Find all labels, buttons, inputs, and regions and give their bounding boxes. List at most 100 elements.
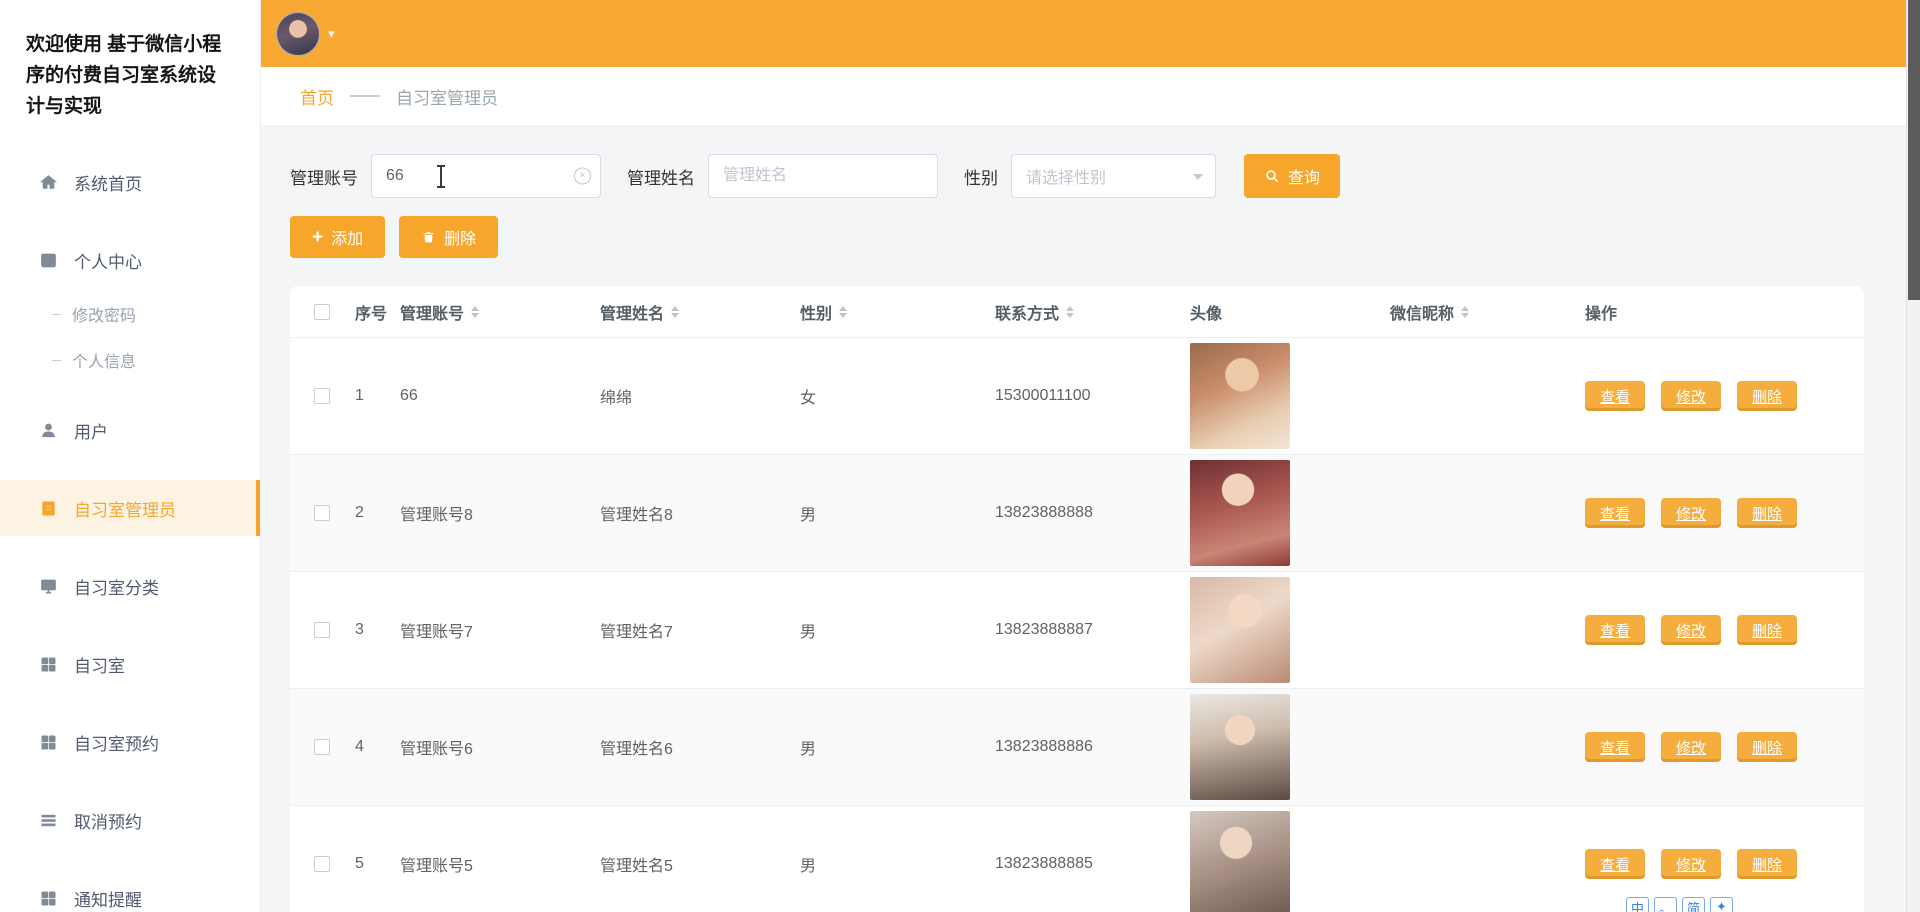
col-phone: 联系方式 [985,300,1180,324]
view-button[interactable]: 查看 [1585,732,1645,762]
search-button[interactable]: 查询 [1244,154,1340,198]
delete-row-button[interactable]: 删除 [1737,381,1797,411]
col-gender: 性别 [790,300,985,324]
sidebar-item-study-room-booking[interactable]: 自习室预约 [0,714,260,770]
cell-phone: 13823888886 [985,738,1180,756]
delete-button[interactable]: 删除 [399,216,498,258]
clipboard-icon [38,498,59,519]
sidebar-subitem-personal-info[interactable]: 个人信息 [0,340,260,380]
sort-icon[interactable] [1066,306,1074,318]
scrollbar-thumb[interactable] [1908,0,1920,300]
cell-index: 2 [345,504,390,522]
ime-language-button[interactable]: 中 [1626,897,1649,912]
sidebar-item-study-room-admin[interactable]: 自习室管理员 [0,480,260,536]
view-button[interactable]: 查看 [1585,615,1645,645]
sidebar-item-home[interactable]: 系统首页 [0,154,260,210]
sidebar-item-users[interactable]: 用户 [0,402,260,458]
cell-name: 管理姓名5 [590,852,790,876]
sidebar-subitem-label: 修改密码 [72,302,136,326]
sidebar-item-label: 取消预约 [74,808,142,833]
main-area: ▾ 首页 自习室管理员 管理账号 × 管理姓名 [260,0,1920,912]
sidebar-item-label: 自习室分类 [74,574,159,599]
breadcrumb-home-link[interactable]: 首页 [300,84,334,109]
select-all-checkbox[interactable] [314,304,330,320]
col-operations: 操作 [1575,300,1864,324]
add-button[interactable]: + 添加 [290,216,385,258]
search-icon [1264,168,1280,184]
cell-account: 管理账号5 [390,852,590,876]
breadcrumb: 首页 自习室管理员 [260,67,1920,125]
add-button-label: 添加 [331,225,363,249]
gender-select[interactable]: 请选择性别 [1011,154,1216,198]
ime-punctuation-button[interactable]: 。 [1654,897,1677,912]
sort-icon[interactable] [471,306,479,318]
sort-icon[interactable] [1461,306,1469,318]
col-name: 管理姓名 [590,300,790,324]
sidebar-subitem-change-password[interactable]: 修改密码 [0,294,260,334]
account-input[interactable] [371,154,601,198]
user-icon [38,420,59,441]
delete-row-button[interactable]: 删除 [1737,498,1797,528]
sidebar-item-notifications[interactable]: 通知提醒 [0,870,260,912]
cell-name: 管理姓名6 [590,735,790,759]
clear-input-icon[interactable]: × [574,168,591,185]
gender-label: 性别 [964,164,998,189]
name-input[interactable] [708,154,938,198]
cell-index: 5 [345,855,390,873]
cell-account: 66 [390,387,590,405]
sidebar-item-label: 自习室 [74,652,125,677]
sidebar-menu: 系统首页 个人中心 修改密码 个人信息 用户 自习室管理员 [0,154,260,912]
chevron-down-icon[interactable]: ▾ [328,26,335,42]
sidebar-item-study-room[interactable]: 自习室 [0,636,260,692]
grid-icon [38,732,59,753]
filter-account-group: 管理账号 × [290,154,601,198]
table-row: 2 管理账号8 管理姓名8 男 13823888888 查看 修改 删除 [290,455,1864,572]
table-body: 1 66 绵绵 女 15300011100 查看 修改 删除 [290,338,1864,912]
sidebar-item-cancel-booking[interactable]: 取消预约 [0,792,260,848]
ime-logo-icon[interactable]: ✦ [1710,897,1733,912]
table-row: 4 管理账号6 管理姓名6 男 13823888886 查看 修改 删除 [290,689,1864,806]
cell-gender: 男 [790,852,985,876]
cell-gender: 女 [790,384,985,408]
cell-index: 1 [345,387,390,405]
sidebar-item-label: 系统首页 [74,170,142,195]
edit-button[interactable]: 修改 [1661,849,1721,879]
sidebar-item-personal-center[interactable]: 个人中心 [0,232,260,288]
avatar-photo [1190,343,1290,449]
toolbar: + 添加 删除 [290,216,1864,258]
edit-button[interactable]: 修改 [1661,732,1721,762]
delete-row-button[interactable]: 删除 [1737,615,1797,645]
avatar[interactable] [276,12,320,56]
plus-icon: + [312,228,323,247]
sidebar-item-label: 自习室预约 [74,730,159,755]
avatar-photo [1190,460,1290,566]
table-row: 3 管理账号7 管理姓名7 男 13823888887 查看 修改 删除 [290,572,1864,689]
view-button[interactable]: 查看 [1585,381,1645,411]
row-checkbox[interactable] [314,622,330,638]
monitor-icon [38,576,59,597]
cell-gender: 男 [790,735,985,759]
row-checkbox[interactable] [314,505,330,521]
view-button[interactable]: 查看 [1585,498,1645,528]
ime-simplified-button[interactable]: 简 [1682,897,1705,912]
edit-button[interactable]: 修改 [1661,615,1721,645]
grid-icon [38,654,59,675]
sort-icon[interactable] [839,306,847,318]
edit-button[interactable]: 修改 [1661,498,1721,528]
sidebar-welcome-title: 欢迎使用 基于微信小程序的付费自习室系统设计与实现 [0,0,260,130]
row-checkbox[interactable] [314,739,330,755]
filter-gender-group: 性别 请选择性别 [964,154,1216,198]
avatar-photo [1190,577,1290,683]
row-checkbox[interactable] [314,856,330,872]
app-window: 欢迎使用 基于微信小程序的付费自习室系统设计与实现 系统首页 个人中心 修改密码… [0,0,1920,912]
delete-row-button[interactable]: 删除 [1737,849,1797,879]
delete-row-button[interactable]: 删除 [1737,732,1797,762]
view-button[interactable]: 查看 [1585,849,1645,879]
sidebar-item-study-room-category[interactable]: 自习室分类 [0,558,260,614]
row-checkbox[interactable] [314,388,330,404]
content: 管理账号 × 管理姓名 性别 请选择性别 [260,125,1920,912]
scrollbar-track[interactable] [1906,0,1920,912]
avatar-photo [1190,694,1290,800]
edit-button[interactable]: 修改 [1661,381,1721,411]
sort-icon[interactable] [671,306,679,318]
